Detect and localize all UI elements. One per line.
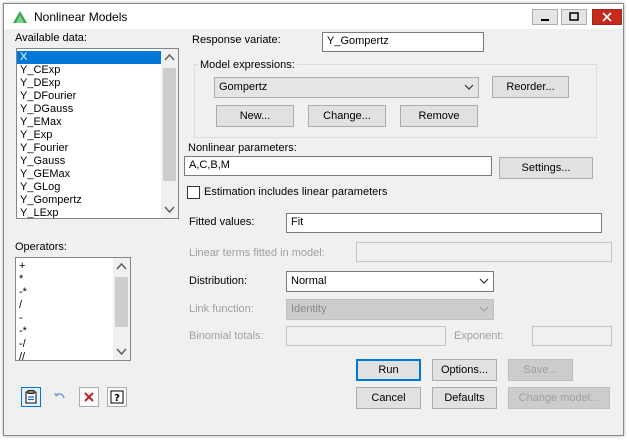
fitted-values-label: Fitted values: <box>189 216 255 228</box>
binomial-totals-label: Binomial totals: <box>189 330 264 342</box>
available-data-item[interactable]: Y_Fourier <box>17 142 178 155</box>
available-data-item[interactable]: Y_LExp <box>17 207 178 218</box>
cancel-button[interactable]: Cancel <box>356 387 421 409</box>
chevron-down-icon <box>479 278 489 284</box>
help-button[interactable]: ? <box>107 387 127 407</box>
chevron-down-icon <box>479 306 489 312</box>
scroll-down-icon[interactable] <box>164 206 175 214</box>
available-data-item[interactable]: Y_GEMax <box>17 168 178 181</box>
options-button[interactable]: Options... <box>432 359 497 381</box>
help-icon: ? <box>110 390 124 404</box>
link-function-label: Link function: <box>189 303 254 315</box>
available-data-item[interactable]: Y_DGauss <box>17 103 178 116</box>
available-data-item[interactable]: Y_GLog <box>17 181 178 194</box>
settings-button[interactable]: Settings... <box>499 157 593 179</box>
response-variate-input[interactable]: Y_Gompertz <box>322 32 484 52</box>
undo-button[interactable] <box>50 387 70 407</box>
available-data-item[interactable]: Y_Exp <box>17 129 178 142</box>
exponent-label: Exponent: <box>454 330 504 342</box>
scroll-down-icon[interactable] <box>116 348 127 356</box>
svg-text:?: ? <box>114 393 120 404</box>
scroll-thumb[interactable] <box>163 68 176 181</box>
clipboard-icon <box>25 390 37 404</box>
distribution-select[interactable]: Normal <box>286 271 494 292</box>
save-button[interactable]: Save... <box>508 359 573 381</box>
model-expressions-label: Model expressions: <box>198 59 297 71</box>
available-data-list[interactable]: X Y_CExp Y_DExp Y_DFourier Y_DGauss Y_EMax Y_E… <box>16 48 179 219</box>
maximize-button[interactable] <box>561 9 587 25</box>
available-data-label: Available data: <box>15 32 87 44</box>
maximize-icon <box>569 12 579 21</box>
link-function-value: Identity <box>291 303 327 315</box>
scroll-up-icon[interactable] <box>164 53 175 61</box>
new-button[interactable]: New... <box>216 105 294 127</box>
scroll-up-icon[interactable] <box>116 262 127 270</box>
operators-list[interactable]: + * -* / - -* -/// <box>15 257 131 361</box>
model-expressions-value: Gompertz <box>219 81 268 93</box>
close-icon <box>602 12 612 22</box>
available-data-item[interactable]: Y_EMax <box>17 116 178 129</box>
fitted-values-input[interactable]: Fit <box>286 213 602 233</box>
minimize-button[interactable] <box>532 9 558 25</box>
copy-to-clipboard-button[interactable] <box>21 387 41 407</box>
scroll-thumb[interactable] <box>115 277 128 327</box>
clear-icon <box>84 392 94 402</box>
distribution-label: Distribution: <box>189 275 248 287</box>
distribution-value: Normal <box>291 275 327 287</box>
operators-label: Operators: <box>15 241 67 253</box>
window-title: Nonlinear Models <box>34 10 128 24</box>
exponent-input[interactable] <box>532 326 612 346</box>
change-model-button[interactable]: Change model... <box>508 387 610 409</box>
available-data-item[interactable]: Y_Gompertz <box>17 194 178 207</box>
available-data-item[interactable]: X <box>17 51 178 64</box>
binomial-totals-input[interactable] <box>286 326 446 346</box>
minimize-icon <box>541 19 549 21</box>
model-expressions-select[interactable]: Gompertz <box>214 77 479 98</box>
run-button[interactable]: Run <box>356 359 421 381</box>
available-data-scrollbar[interactable] <box>161 49 178 218</box>
available-data-item[interactable]: Y_Gauss <box>17 155 178 168</box>
change-button[interactable]: Change... <box>308 105 386 127</box>
remove-button[interactable]: Remove <box>400 105 478 127</box>
undo-icon <box>54 393 65 399</box>
response-variate-label: Response variate: <box>192 34 281 46</box>
reorder-button[interactable]: Reorder... <box>492 76 569 98</box>
clear-button[interactable] <box>79 387 99 407</box>
title-bar[interactable]: Nonlinear Models <box>4 4 623 29</box>
operators-scrollbar[interactable] <box>113 258 130 360</box>
nonlinear-parameters-label: Nonlinear parameters: <box>188 142 297 154</box>
chevron-down-icon <box>464 84 474 90</box>
available-data-item[interactable]: Y_DFourier <box>17 90 178 103</box>
available-data-item[interactable]: Y_CExp <box>17 64 178 77</box>
app-logo-icon <box>13 11 27 23</box>
close-button[interactable] <box>592 9 622 25</box>
defaults-button[interactable]: Defaults <box>432 387 497 409</box>
dialog-window: Nonlinear Models Available data: X Y_CExp… <box>3 3 624 436</box>
linear-terms-input[interactable] <box>356 242 612 262</box>
estimation-linear-checkbox[interactable] <box>187 186 200 199</box>
linear-terms-label: Linear terms fitted in model: <box>189 247 325 259</box>
estimation-linear-label: Estimation includes linear parameters <box>204 186 388 198</box>
available-data-item[interactable]: Y_DExp <box>17 77 178 90</box>
link-function-select[interactable]: Identity <box>286 299 494 320</box>
nonlinear-parameters-input[interactable]: A,C,B,M <box>184 156 492 176</box>
